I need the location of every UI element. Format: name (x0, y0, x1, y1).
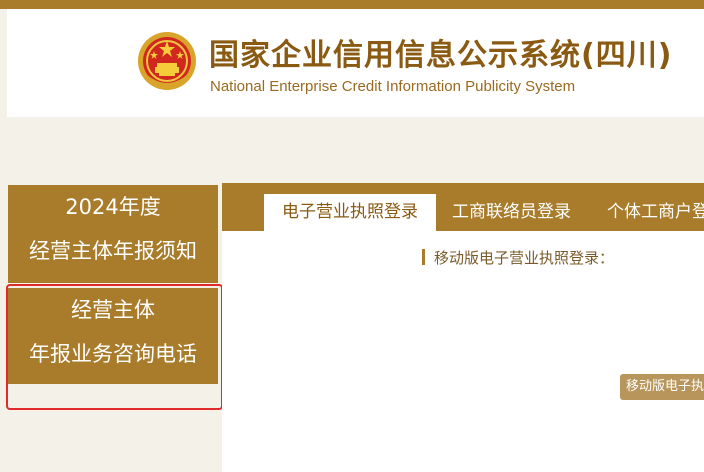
top-accent-bar (0, 0, 704, 9)
site-title: 国家企业信用信息公示系统(四川) (209, 38, 673, 73)
login-tabbar: 电子营业执照登录 工商联络员登录 个体工商户登 (222, 183, 704, 231)
heading-bar (422, 248, 425, 265)
tab-individual-business-login[interactable]: 个体工商户登 (607, 194, 704, 231)
tab-e-license-login[interactable]: 电子营业执照登录 (264, 194, 436, 231)
highlight-box (6, 284, 223, 410)
card-year-label: 2024年度 (65, 195, 161, 219)
site-header: 国家企业信用信息公示系统(四川) National Enterprise Cre… (7, 9, 704, 117)
national-emblem-icon (138, 32, 196, 90)
annual-report-notice-card[interactable]: 2024年度 经营主体年报须知 (8, 185, 218, 283)
card-notice-label: 经营主体年报须知 (29, 239, 197, 263)
login-panel: 电子营业执照登录 工商联络员登录 个体工商户登 移动版电子营业执照登录： 移动版… (222, 183, 704, 472)
tab-liaison-login[interactable]: 工商联络员登录 (452, 194, 571, 231)
site-subtitle: National Enterprise Credit Information P… (210, 78, 576, 95)
mobile-license-button[interactable]: 移动版电子执 (620, 374, 704, 400)
section-title: 移动版电子营业执照登录： (434, 249, 615, 267)
section-heading: 移动版电子营业执照登录： (422, 248, 615, 267)
